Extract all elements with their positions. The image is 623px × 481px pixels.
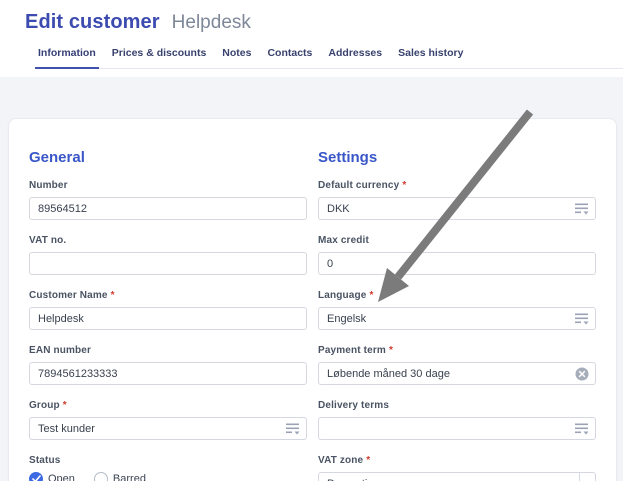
default-currency-combobox[interactable] — [318, 197, 596, 220]
group-combobox[interactable] — [29, 417, 307, 440]
field-max-credit: Max credit — [318, 234, 596, 275]
edit-customer-screen: Edit customer Helpdesk Information Price… — [0, 0, 623, 481]
check-icon — [32, 475, 41, 481]
max-credit-label: Max credit — [318, 235, 369, 246]
radio-selected-icon[interactable] — [29, 472, 43, 481]
field-group: Group* — [29, 399, 307, 440]
settings-heading: Settings — [318, 149, 596, 167]
vat-zone-label: VAT zone — [318, 455, 363, 466]
number-label: Number — [29, 180, 68, 191]
field-vat-no: VAT no. — [29, 234, 307, 275]
content-area: General Number VAT no. C — [0, 77, 623, 481]
status-barred-label: Barred — [113, 473, 146, 481]
tab-addresses[interactable]: Addresses — [327, 47, 383, 68]
required-asterisk: * — [369, 290, 373, 301]
status-open-label: Open — [48, 473, 75, 481]
customer-name-input[interactable] — [29, 307, 307, 330]
status-option-open[interactable]: Open — [29, 472, 75, 481]
section-general: General Number VAT no. C — [29, 149, 307, 481]
combo-dropdown-icon[interactable] — [286, 422, 300, 435]
required-asterisk: * — [63, 400, 67, 411]
vat-no-input[interactable] — [29, 252, 307, 275]
tab-bar: Information Prices & discounts Notes Con… — [37, 47, 623, 69]
vat-zone-combobox[interactable] — [318, 472, 596, 481]
page-title: Edit customer — [25, 11, 160, 34]
tab-sales-history[interactable]: Sales history — [397, 47, 464, 68]
field-number: Number — [29, 179, 307, 220]
tab-information[interactable]: Information — [37, 47, 97, 68]
ean-number-input[interactable] — [29, 362, 307, 385]
status-label: Status — [29, 455, 60, 466]
combo-divider — [579, 473, 580, 481]
max-credit-input[interactable] — [318, 252, 596, 275]
combo-dropdown-icon[interactable] — [575, 422, 589, 435]
required-asterisk: * — [366, 455, 370, 466]
language-label: Language — [318, 290, 366, 301]
payment-term-label: Payment term — [318, 345, 386, 356]
required-asterisk: * — [402, 180, 406, 191]
field-default-currency: Default currency* — [318, 179, 596, 220]
field-ean-number: EAN number — [29, 344, 307, 385]
clear-icon[interactable] — [575, 367, 589, 381]
combo-dropdown-icon[interactable] — [575, 202, 589, 215]
field-delivery-terms: Delivery terms — [318, 399, 596, 440]
general-heading: General — [29, 149, 307, 167]
tab-notes[interactable]: Notes — [221, 47, 252, 68]
language-combobox[interactable] — [318, 307, 596, 330]
field-vat-zone: VAT zone* — [318, 454, 596, 481]
radio-unselected-icon[interactable] — [94, 472, 108, 481]
combo-dropdown-icon[interactable] — [575, 312, 589, 325]
tab-contacts[interactable]: Contacts — [266, 47, 313, 68]
status-radio-group: Open Barred — [29, 472, 307, 481]
title-row: Edit customer Helpdesk — [25, 11, 623, 34]
page-subtitle: Helpdesk — [172, 12, 251, 34]
customer-name-label: Customer Name — [29, 290, 108, 301]
group-label: Group — [29, 400, 60, 411]
delivery-terms-combobox[interactable] — [318, 417, 596, 440]
number-input[interactable] — [29, 197, 307, 220]
field-language: Language* — [318, 289, 596, 330]
status-option-barred[interactable]: Barred — [94, 472, 146, 481]
field-customer-name: Customer Name* — [29, 289, 307, 330]
field-status: Status Open Barred — [29, 454, 307, 481]
ean-number-label: EAN number — [29, 345, 91, 356]
page-header: Edit customer Helpdesk Information Price… — [0, 0, 623, 69]
delivery-terms-label: Delivery terms — [318, 400, 389, 411]
required-asterisk: * — [111, 290, 115, 301]
payment-term-combobox[interactable] — [318, 362, 596, 385]
vat-no-label: VAT no. — [29, 235, 66, 246]
default-currency-label: Default currency — [318, 180, 399, 191]
field-payment-term: Payment term* — [318, 344, 596, 385]
required-asterisk: * — [389, 345, 393, 356]
section-settings: Settings Default currency* — [318, 149, 596, 481]
tab-prices-discounts[interactable]: Prices & discounts — [111, 47, 208, 68]
form-card: General Number VAT no. C — [8, 118, 617, 481]
